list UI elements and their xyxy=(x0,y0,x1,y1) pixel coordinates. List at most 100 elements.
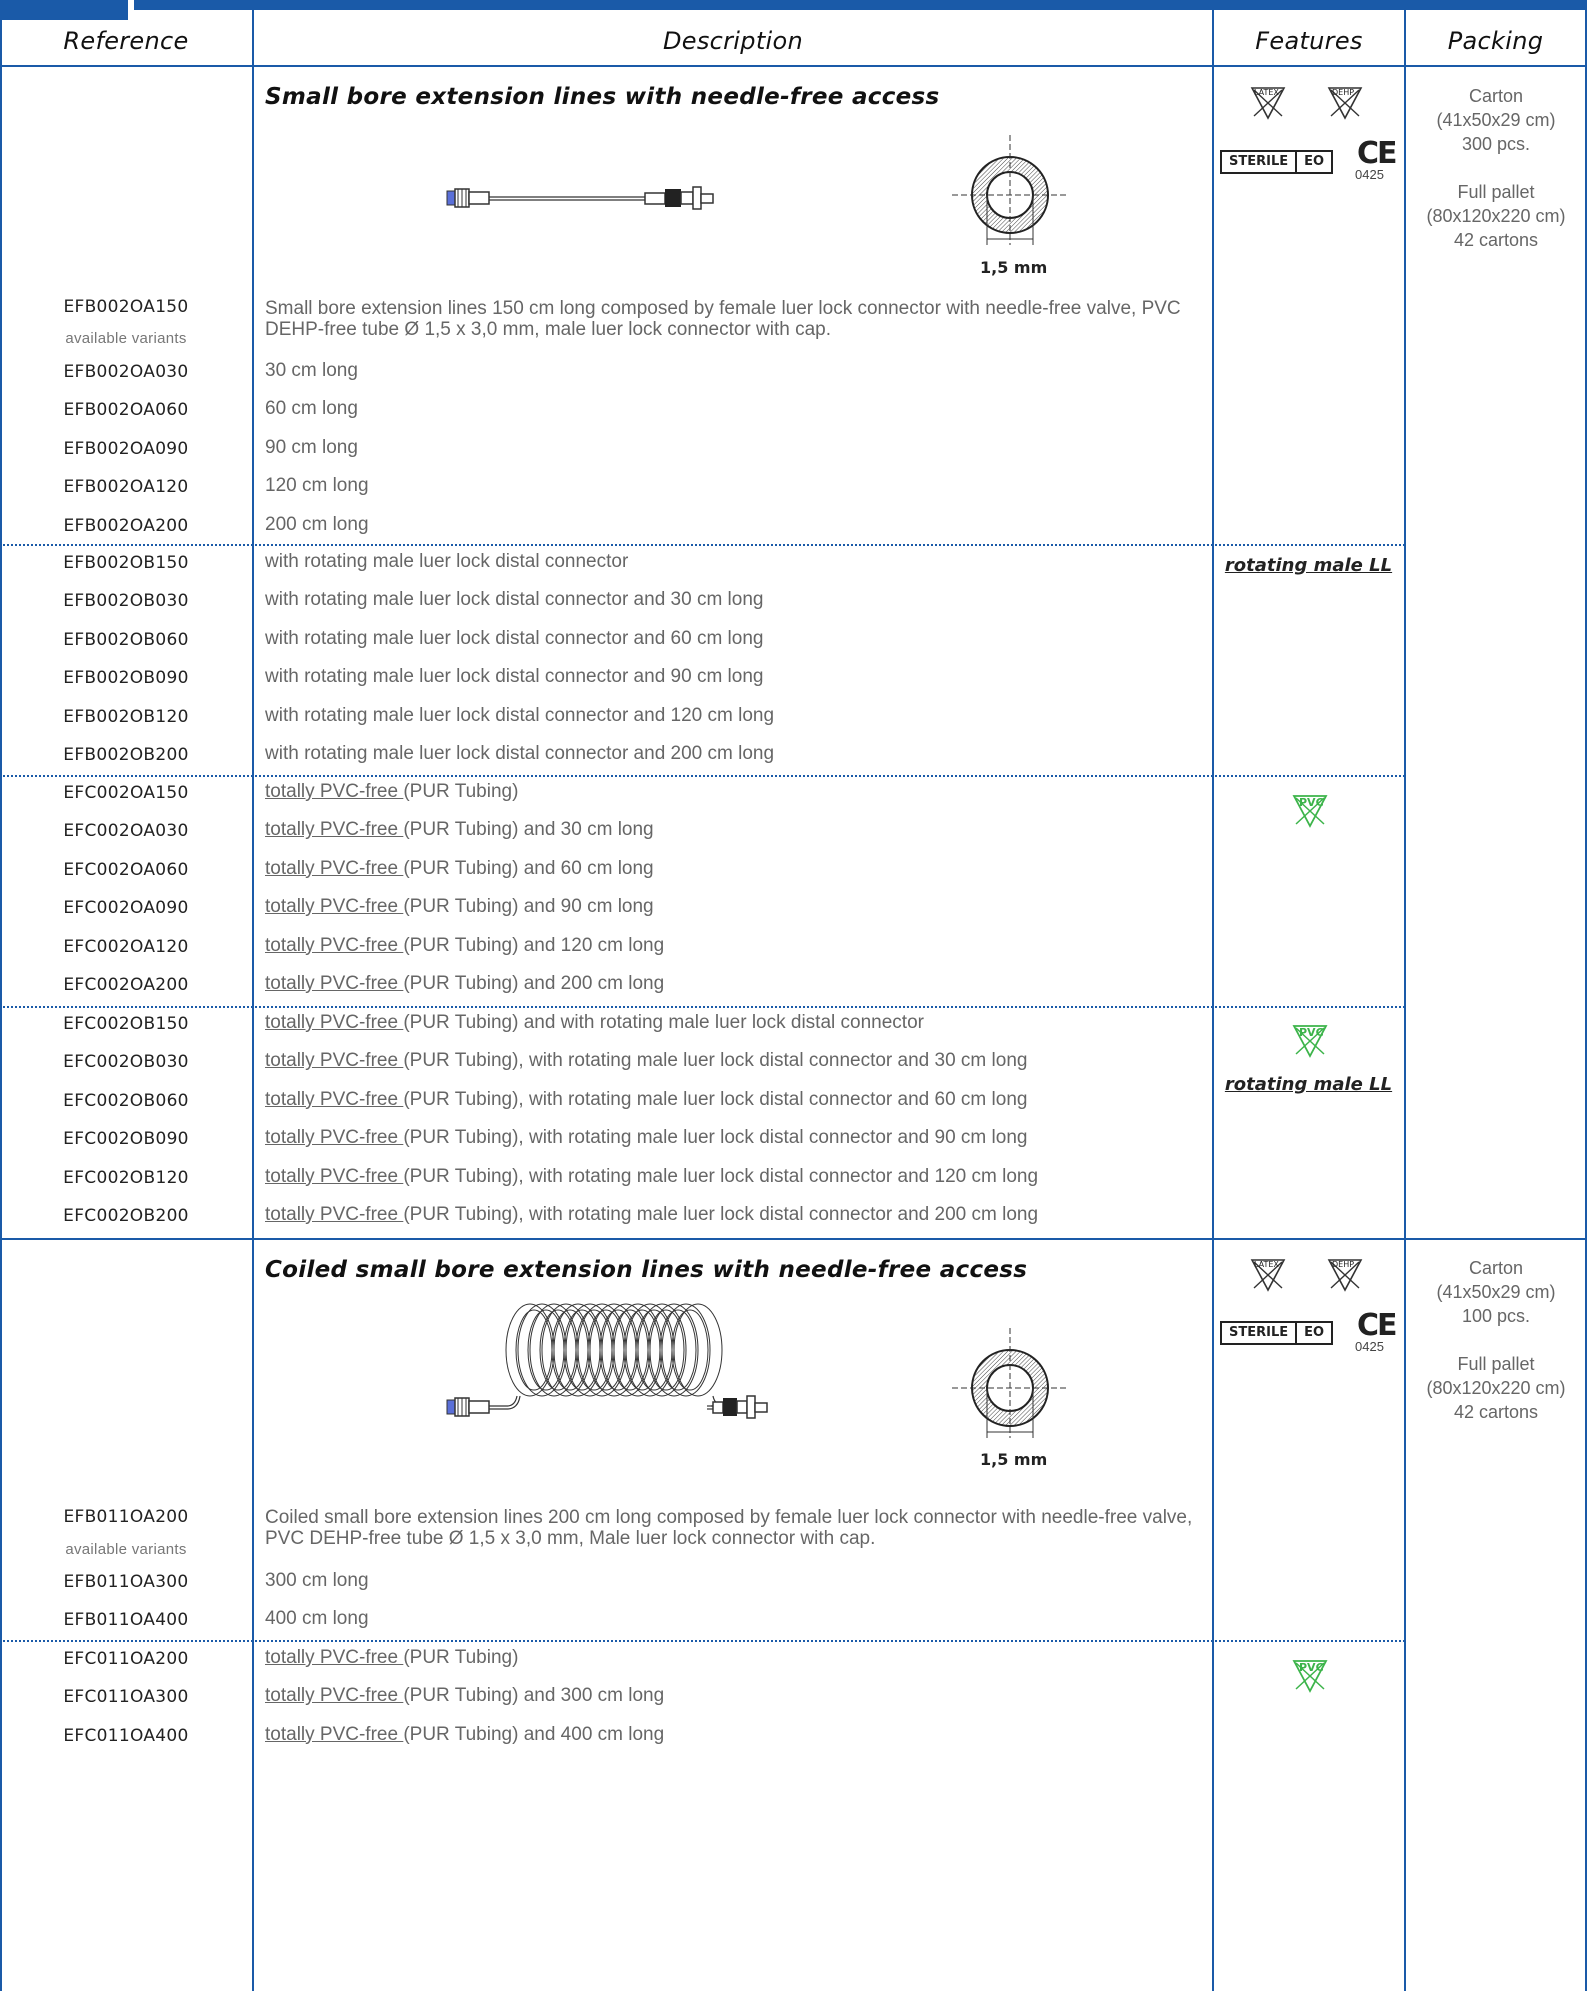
variant-description-text: 200 cm long xyxy=(265,513,369,535)
rotating-male-ll-label: rotating male LL xyxy=(1224,1074,1393,1095)
section-title: Small bore extension lines with needle-f… xyxy=(265,84,940,110)
variant-description-text: with rotating male luer lock distal conn… xyxy=(265,589,764,611)
top-notch xyxy=(0,0,128,20)
variant-description: totally PVC-free (PUR Tubing), with rota… xyxy=(265,1166,1210,1187)
variant-description-text: (PUR Tubing), with rotating male luer lo… xyxy=(403,1165,1039,1187)
variant-description: totally PVC-free (PUR Tubing) xyxy=(265,1647,1210,1668)
main-description: Coiled small bore extension lines 200 cm… xyxy=(265,1507,1193,1549)
reference-code: EFC002OA060 xyxy=(63,859,189,880)
header-reference: Reference xyxy=(63,27,189,55)
top-border xyxy=(0,0,1587,20)
reference-code: EFB002OA090 xyxy=(63,438,189,459)
ce-mark: CE xyxy=(1357,136,1397,171)
variant-description-text: (PUR Tubing) and 300 cm long xyxy=(403,1685,665,1707)
reference-code: EFC002OB030 xyxy=(63,1052,189,1073)
variant-description: with rotating male luer lock distal conn… xyxy=(265,589,1210,610)
variant-description-text: with rotating male luer lock distal conn… xyxy=(265,704,775,726)
pvc-free-link-text: totally PVC-free xyxy=(265,1647,404,1668)
reference-code: EFB011OA400 xyxy=(63,1610,189,1631)
reference-code: EFC002OA120 xyxy=(63,936,189,957)
reference-code: EFB011OA300 xyxy=(63,1572,189,1592)
variant-description-text: (PUR Tubing), with rotating male luer lo… xyxy=(403,1088,1028,1110)
packing-info: Carton (41x50x29 cm) 100 pcs. Full palle… xyxy=(1426,1258,1566,1422)
reference-code: EFC011OA300 xyxy=(63,1687,189,1708)
reference-code: EFC011OA200 xyxy=(63,1649,189,1669)
variant-description-text: (PUR Tubing) xyxy=(403,1647,519,1668)
variant-description-text: 400 cm long xyxy=(265,1608,369,1630)
reference-code: EFB002OB200 xyxy=(63,745,189,765)
header-divider xyxy=(0,65,1587,67)
variant-description-text: (PUR Tubing) and 60 cm long xyxy=(403,857,654,879)
reference-code: EFB002OB030 xyxy=(63,591,189,612)
variant-description: totally PVC-free (PUR Tubing) xyxy=(265,781,1210,802)
main-reference: EFB011OA200 xyxy=(63,1507,189,1527)
pvc-free-link-text: totally PVC-free xyxy=(265,1204,404,1225)
variant-description: totally PVC-free (PUR Tubing), with rota… xyxy=(265,1089,1210,1110)
column-divider xyxy=(1404,10,1406,1991)
variant-description-text: 60 cm long xyxy=(265,398,358,420)
main-description: Small bore extension lines 150 cm long c… xyxy=(265,298,1181,340)
variant-description: 30 cm long xyxy=(265,360,1210,381)
reference-code: EFC002OA090 xyxy=(63,898,189,919)
pvc-free-link-text: totally PVC-free xyxy=(265,857,404,879)
reference-code: EFC002OB090 xyxy=(63,1129,189,1150)
variant-description: totally PVC-free (PUR Tubing), with rota… xyxy=(265,1050,1210,1071)
variant-description-text: 120 cm long xyxy=(265,475,369,497)
reference-code: EFC002OB060 xyxy=(63,1090,189,1111)
variant-description: totally PVC-free (PUR Tubing) and 300 cm… xyxy=(265,1685,1210,1706)
tube-cross-section-diagram xyxy=(952,1328,1068,1438)
reference-code: EFC002OB150 xyxy=(63,1014,189,1034)
variant-description-text: (PUR Tubing) and with rotating male luer… xyxy=(403,1012,924,1033)
variant-description-text: (PUR Tubing), with rotating male luer lo… xyxy=(403,1127,1028,1149)
header-description: Description xyxy=(663,27,803,55)
extension-line-drawing xyxy=(446,186,714,210)
variant-description: totally PVC-free (PUR Tubing) and with r… xyxy=(265,1012,1210,1033)
reference-code: EFC002OB200 xyxy=(63,1206,189,1226)
variant-description-text: 30 cm long xyxy=(265,360,358,381)
reference-code: EFC002OA150 xyxy=(63,783,189,803)
catalog-page: Reference Description Features Packing S… xyxy=(0,0,1587,1991)
pvc-free-link-text: totally PVC-free xyxy=(265,973,404,994)
variant-description: totally PVC-free (PUR Tubing), with rota… xyxy=(265,1127,1210,1148)
variant-description-text: with rotating male luer lock distal conn… xyxy=(265,666,764,688)
variant-description-text: 300 cm long xyxy=(265,1570,369,1591)
variant-description: 90 cm long xyxy=(265,437,1210,458)
reference-code: EFB002OA060 xyxy=(63,400,189,421)
variants-label: available variants xyxy=(65,1541,187,1558)
variant-description: with rotating male luer lock distal conn… xyxy=(265,666,1210,687)
column-divider xyxy=(252,10,254,1991)
section-divider xyxy=(0,1238,1587,1240)
ce-mark: CE xyxy=(1357,1308,1397,1343)
variant-description-text: (PUR Tubing) and 90 cm long xyxy=(403,896,654,918)
pvc-label: PVC xyxy=(1299,1026,1324,1039)
pvc-free-link-text: totally PVC-free xyxy=(265,934,404,956)
reference-code: EFB002OA030 xyxy=(63,362,189,382)
pvc-free-link-text: totally PVC-free xyxy=(265,896,404,918)
group-divider xyxy=(0,1640,1405,1642)
variant-description: totally PVC-free (PUR Tubing) and 60 cm … xyxy=(265,858,1210,879)
variant-description: with rotating male luer lock distal conn… xyxy=(265,628,1210,649)
reference-code: EFB002OB060 xyxy=(63,629,189,650)
variant-description-text: with rotating male luer lock distal conn… xyxy=(265,551,629,572)
variant-description: totally PVC-free (PUR Tubing) and 400 cm… xyxy=(265,1724,1210,1745)
variant-description-text: (PUR Tubing) and 120 cm long xyxy=(403,934,665,956)
variant-description-text: (PUR Tubing) xyxy=(403,781,519,802)
reference-code: EFB002OB150 xyxy=(63,553,189,573)
reference-code: EFC002OA200 xyxy=(63,975,189,995)
sterile-label: STERILE xyxy=(1229,154,1289,169)
variant-description: 120 cm long xyxy=(265,475,1210,496)
reference-code: EFB002OA200 xyxy=(63,515,189,536)
variant-description-text: with rotating male luer lock distal conn… xyxy=(265,627,764,649)
latex-label: LATEX xyxy=(1254,88,1279,97)
coiled-extension-line-drawing xyxy=(446,1303,768,1419)
variant-description: with rotating male luer lock distal conn… xyxy=(265,705,1210,726)
pvc-label: PVC xyxy=(1299,1661,1324,1674)
pvc-free-link-text: totally PVC-free xyxy=(265,1050,404,1072)
pvc-free-link-text: totally PVC-free xyxy=(265,819,404,841)
reference-code: EFB002OB120 xyxy=(63,706,189,727)
main-reference: EFB002OA150 xyxy=(63,297,189,317)
variant-description: totally PVC-free (PUR Tubing) and 120 cm… xyxy=(265,935,1210,956)
variant-description: 200 cm long xyxy=(265,514,1210,535)
reference-code: EFC011OA400 xyxy=(63,1725,189,1746)
section-title: Coiled small bore extension lines with n… xyxy=(265,1257,1028,1283)
